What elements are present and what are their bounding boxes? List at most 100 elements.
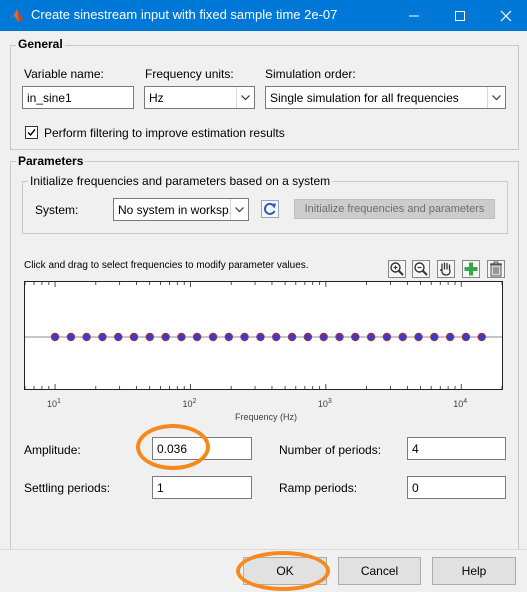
amplitude-label: Amplitude: (24, 443, 81, 457)
chevron-down-icon (235, 207, 244, 213)
zoom-out-icon (412, 260, 430, 278)
frequency-point[interactable] (477, 332, 486, 342)
filtering-checkbox[interactable] (25, 126, 38, 139)
frequency-point[interactable] (50, 332, 60, 342)
filtering-checkbox-label[interactable]: Perform filtering to improve estimation … (44, 126, 285, 140)
x-tick-exponent: 4 (463, 398, 468, 405)
frequency-point[interactable] (256, 332, 265, 342)
variable-name-label: Variable name: (24, 67, 104, 81)
settling-periods-label: Settling periods: (24, 481, 111, 495)
frequency-plot-canvas[interactable] (25, 282, 502, 389)
frequency-point[interactable] (129, 332, 139, 342)
frequency-point[interactable] (98, 332, 107, 342)
delete-button[interactable] (485, 258, 507, 280)
ramp-periods-input[interactable]: 0 (407, 476, 506, 499)
frequency-point[interactable] (224, 332, 233, 342)
frequency-units-select[interactable]: Hz (144, 86, 255, 109)
frequency-point[interactable] (82, 332, 91, 342)
delete-icon (487, 260, 505, 278)
x-tick-base: 10 (317, 399, 328, 409)
add-frequency-button[interactable] (460, 258, 482, 280)
maximize-button[interactable] (437, 0, 483, 31)
plot-instruction: Click and drag to select frequencies to … (24, 260, 309, 271)
system-select[interactable]: No system in worksp... (113, 198, 249, 221)
ramp-periods-label: Ramp periods: (279, 481, 358, 495)
maximize-icon (455, 11, 465, 21)
cancel-button[interactable]: Cancel (338, 557, 421, 585)
frequency-point[interactable] (145, 332, 154, 342)
frequency-point[interactable] (177, 332, 186, 342)
matlab-app-icon (9, 9, 23, 22)
refresh-icon (261, 200, 279, 218)
window-title: Create sinestream input with fixed sampl… (31, 7, 338, 22)
help-button[interactable]: Help (432, 557, 516, 585)
frequency-units-label: Frequency units: (145, 67, 234, 81)
x-tick-exponent: 2 (192, 398, 197, 405)
frequency-point[interactable] (272, 332, 281, 342)
refresh-button[interactable] (259, 198, 281, 220)
simulation-order-label: Simulation order: (265, 67, 356, 81)
x-tick-base: 10 (47, 399, 58, 409)
close-button[interactable] (483, 0, 527, 31)
number-of-periods-label: Number of periods: (279, 443, 382, 457)
zoom-in-button[interactable] (386, 258, 408, 280)
frequency-point[interactable] (114, 332, 123, 342)
system-dropdown-button[interactable] (230, 199, 248, 220)
x-tick-label: 103 (318, 398, 332, 409)
frequency-point[interactable] (382, 332, 392, 342)
pan-hand-icon (437, 260, 455, 278)
chevron-down-icon (241, 95, 250, 101)
frequency-point[interactable] (430, 332, 439, 342)
variable-name-input[interactable]: in_sine1 (22, 86, 134, 109)
frequency-point[interactable] (161, 332, 170, 342)
frequency-units-value: Hz (149, 91, 164, 105)
pan-button[interactable] (435, 258, 457, 280)
frequency-point[interactable] (208, 332, 218, 342)
frequency-plot[interactable] (24, 281, 503, 390)
x-axis-label: Frequency (Hz) (235, 412, 298, 422)
general-panel-title: General (16, 37, 65, 51)
zoom-out-button[interactable] (410, 258, 432, 280)
simulation-order-select[interactable]: Single simulation for all frequencies (265, 86, 506, 109)
initialize-group-title: Initialize frequencies and parameters ba… (28, 174, 333, 188)
add-frequency-icon (462, 260, 480, 278)
initialize-frequencies-button[interactable]: Initialize frequencies and parameters (294, 199, 495, 219)
frequency-point[interactable] (445, 332, 455, 342)
checkmark-icon (27, 129, 36, 137)
x-tick-exponent: 3 (327, 398, 332, 405)
zoom-in-icon (388, 260, 406, 278)
simulation-order-dropdown-button[interactable] (487, 87, 505, 108)
close-icon (500, 10, 512, 22)
frequency-point[interactable] (319, 332, 328, 342)
x-tick-label: 102 (182, 398, 196, 409)
frequency-point[interactable] (366, 332, 376, 342)
minimize-icon (409, 15, 419, 17)
simulation-order-value: Single simulation for all frequencies (270, 91, 459, 105)
frequency-point[interactable] (66, 332, 76, 342)
amplitude-highlight-ring (136, 424, 210, 470)
frequency-point[interactable] (192, 332, 202, 342)
frequency-point[interactable] (240, 332, 249, 342)
chevron-down-icon (492, 95, 501, 101)
frequency-point[interactable] (414, 332, 423, 342)
x-tick-exponent: 1 (57, 398, 61, 405)
x-tick-label: 101 (47, 398, 61, 409)
x-tick-base: 10 (182, 399, 193, 409)
frequency-point[interactable] (351, 332, 360, 342)
settling-periods-input[interactable]: 1 (152, 476, 252, 499)
frequency-point[interactable] (335, 332, 344, 342)
frequency-point[interactable] (398, 332, 407, 342)
system-value: No system in worksp... (118, 203, 239, 217)
number-of-periods-input[interactable]: 4 (407, 437, 506, 460)
minimize-button[interactable] (391, 0, 437, 31)
frequency-point[interactable] (461, 332, 471, 342)
frequency-units-dropdown-button[interactable] (236, 87, 254, 108)
frequency-point[interactable] (287, 332, 297, 342)
x-tick-base: 10 (453, 399, 464, 409)
frequency-point[interactable] (303, 332, 313, 342)
footer-separator (0, 549, 527, 550)
title-bar: Create sinestream input with fixed sampl… (0, 0, 527, 31)
parameters-panel-title: Parameters (16, 154, 86, 168)
system-label: System: (35, 203, 79, 217)
x-tick-label: 104 (453, 398, 467, 409)
